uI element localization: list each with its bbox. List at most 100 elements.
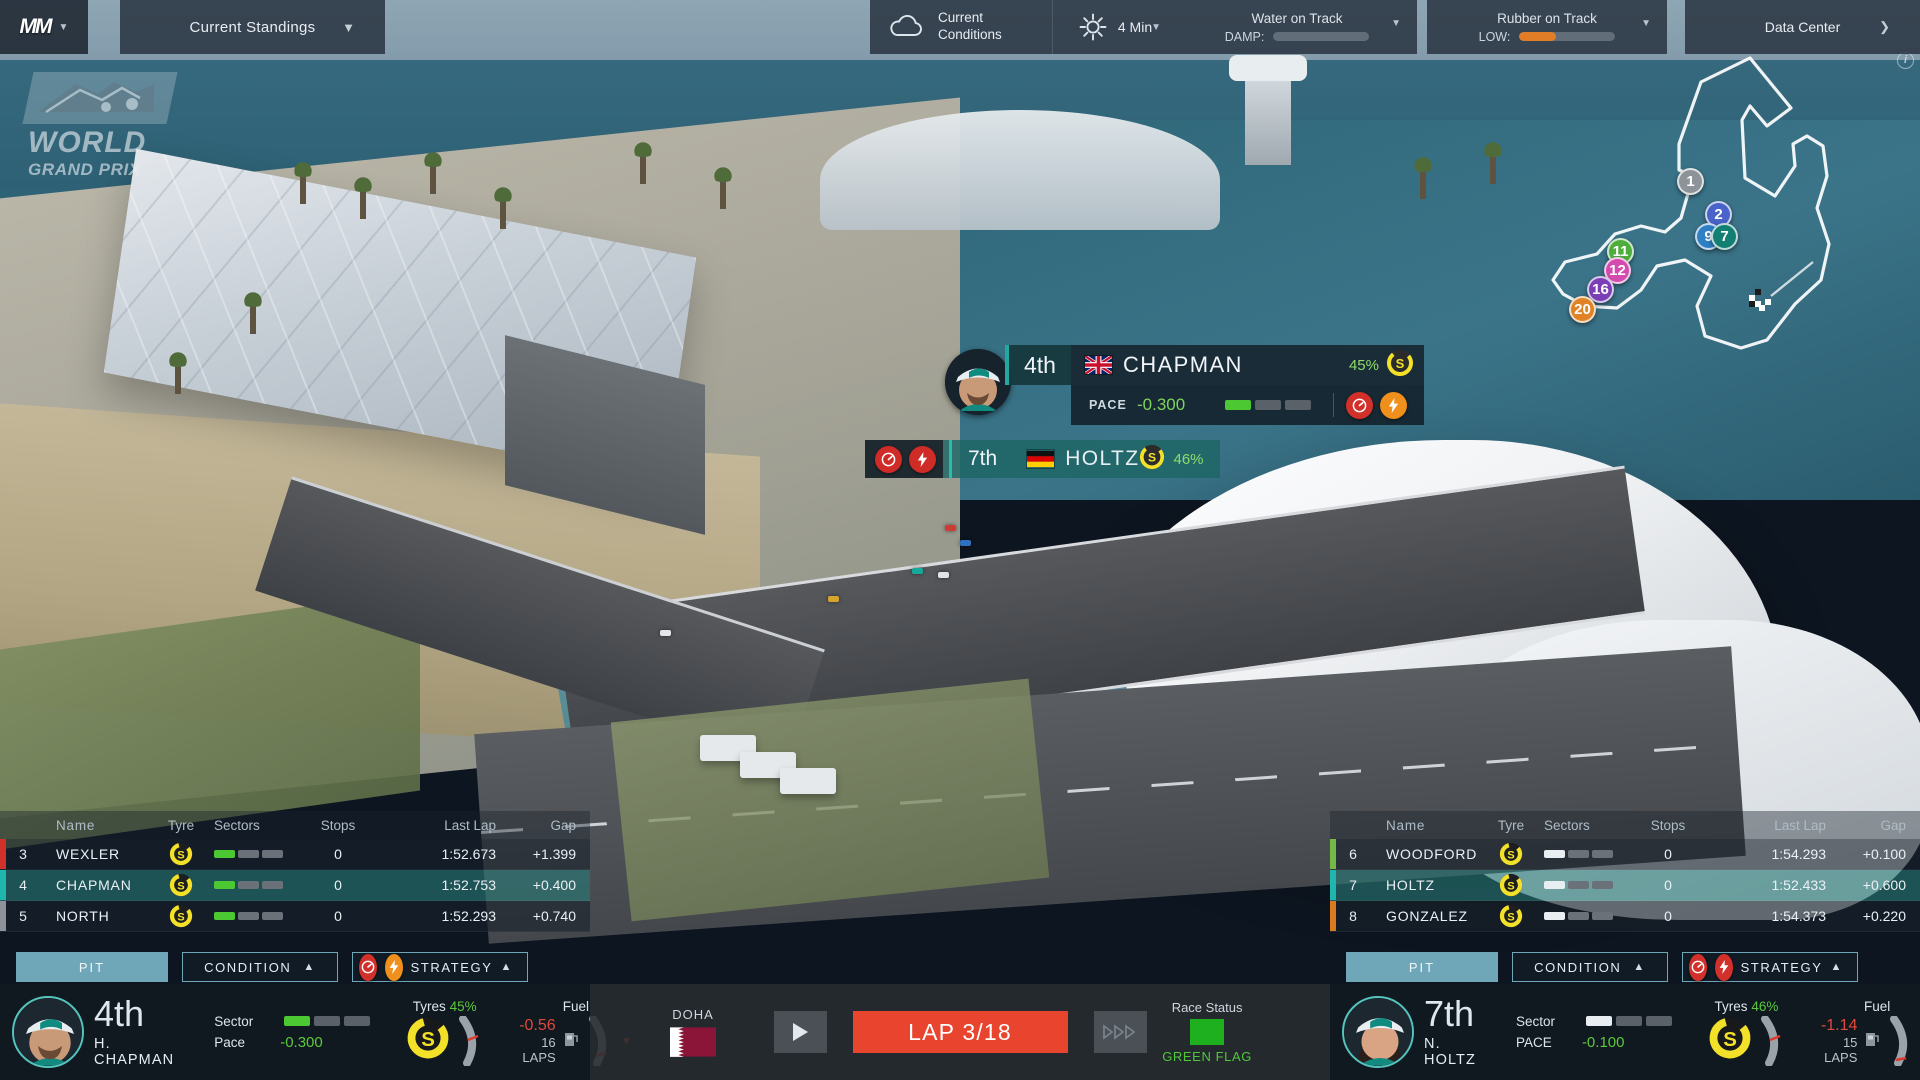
tyre-wear-alert-icon [1689, 953, 1707, 981]
mini-track-map[interactable]: 1 2 9 7 11 12 16 20 i [1545, 48, 1920, 368]
cell-gap: +0.600 [1862, 877, 1906, 893]
sector-bar [1592, 850, 1613, 858]
water-on-track-panel[interactable]: Water on Track DAMP: ▼ [1177, 0, 1417, 54]
current-conditions-panel[interactable]: Current Conditions [870, 0, 1052, 54]
world-grand-prix-logo: WORLD GRAND PRIX [22, 72, 198, 180]
condition-button-right[interactable]: CONDITION ▲ [1512, 952, 1668, 982]
energy-boost-icon [1714, 953, 1733, 981]
tyre-compound-icon: S [169, 873, 193, 897]
sector-bar [214, 881, 235, 889]
current-standings-dropdown[interactable]: Current Standings ▼ [120, 0, 385, 54]
pit-button-right[interactable]: PIT [1346, 952, 1498, 982]
chevron-down-icon: ▼ [58, 21, 69, 33]
cell-position: 3 [19, 846, 27, 862]
hud-tyres-left[interactable]: Tyres 45% S [406, 999, 483, 1067]
strategy-button-right[interactable]: STRATEGY ▲ [1682, 952, 1858, 982]
table-header: Name Tyre Sectors Stops Last Lap Gap [0, 811, 590, 839]
sector-bars [1585, 1016, 1672, 1026]
sector-bar [238, 912, 259, 920]
sector-bar [1592, 881, 1613, 889]
cell-last-lap: 1:54.293 [1771, 846, 1827, 862]
tyre-compound-icon: S [169, 842, 193, 866]
start-finish-checkered-icon [1749, 289, 1771, 311]
status-flag-indicator [1190, 1019, 1225, 1045]
app-logo-menu-button[interactable]: MM ▼ [0, 0, 88, 54]
data-center-button[interactable]: Data Center ❯ [1685, 0, 1920, 54]
forecast-value: 4 Min [1117, 19, 1153, 35]
driver-name: CHAPMAN [1123, 352, 1243, 377]
sector-bar [1285, 400, 1311, 410]
tyre-wear-alert-icon[interactable] [1346, 391, 1373, 419]
condition-button-left[interactable]: CONDITION ▲ [182, 952, 338, 982]
cell-gap: +0.100 [1862, 846, 1906, 862]
race-status: Race Status GREEN FLAG [1162, 1000, 1252, 1064]
table-row[interactable]: 7 HOLTZ S 0 1:52.433 +0.600 [1330, 870, 1920, 901]
race-status-label: Race Status [1171, 1000, 1243, 1015]
hud-fuel-right[interactable]: Fuel -1.14 15 LAPS [1821, 999, 1920, 1067]
driver-card-primary[interactable]: 4th CHAPMAN 45% S PACE -0.300 [945, 345, 1424, 425]
table-row[interactable]: 4 CHAPMAN S 0 1:52.753 +0.400 [0, 870, 590, 901]
sector-bar [214, 912, 235, 920]
rubber-on-track-panel[interactable]: Rubber on Track LOW: ▼ [1427, 0, 1667, 54]
svg-text:S: S [1507, 911, 1514, 923]
hud-tyres-right[interactable]: Tyres 46% S [1708, 999, 1785, 1067]
sector-bar [1255, 400, 1281, 410]
cell-sectors [214, 881, 298, 889]
rubber-level-label: LOW: [1478, 29, 1511, 44]
chevron-right-icon: ❯ [1879, 19, 1890, 34]
column-tyre: Tyre [1497, 817, 1525, 833]
standings-table-right: Name Tyre Sectors Stops Last Lap Gap 6 WO… [1330, 811, 1920, 932]
column-name: Name [1386, 817, 1426, 833]
pit-button-left[interactable]: PIT [16, 952, 168, 982]
tyre-compound-icon: S [1499, 842, 1523, 866]
cell-name: HOLTZ [1386, 877, 1435, 893]
cell-stops: 0 [334, 846, 342, 862]
action-bar-right: PIT CONDITION ▲ STRATEGY ▲ [1330, 952, 1920, 982]
track-marker-1[interactable]: 1 [1677, 168, 1704, 195]
driver-position: 4th [1009, 345, 1071, 385]
sector-bar [1615, 1016, 1642, 1026]
water-on-track-title: Water on Track [1251, 10, 1343, 26]
chevron-up-icon: ▲ [303, 961, 316, 973]
fuel-gauge [1888, 1014, 1914, 1067]
hud-driver-right[interactable]: 7th N. HOLTZ Sector PACE -0.100 Tyres 46… [1330, 984, 1920, 1080]
energy-boost-icon[interactable] [909, 445, 936, 473]
svg-text:S: S [1507, 849, 1514, 861]
hud-driver-left[interactable]: 4th H. CHAPMAN Sector Pace -0.300 Tyres … [0, 984, 633, 1080]
energy-boost-icon[interactable] [1380, 391, 1407, 419]
table-row[interactable]: 6 WOODFORD S 0 1:54.293 +0.100 [1330, 839, 1920, 870]
cell-position: 8 [1349, 908, 1357, 924]
avatar [945, 349, 1011, 415]
cell-sectors [214, 912, 298, 920]
play-button[interactable] [773, 1011, 827, 1053]
cell-stops: 0 [1664, 877, 1672, 893]
logo-title-line1: WORLD [28, 126, 147, 159]
strategy-button-left[interactable]: STRATEGY ▲ [352, 952, 528, 982]
cell-last-lap: 1:54.373 [1771, 908, 1827, 924]
driver-card-secondary[interactable]: 7th HOLTZ S 46% [865, 440, 1220, 478]
condition-label: CONDITION [204, 959, 292, 975]
info-icon[interactable]: i [1897, 52, 1914, 69]
tyre-compound-icon: S [1708, 1016, 1752, 1065]
fast-forward-button[interactable] [1093, 1011, 1147, 1053]
track-marker-7[interactable]: 7 [1711, 223, 1738, 250]
table-row[interactable]: 8 GONZALEZ S 0 1:54.373 +0.220 [1330, 901, 1920, 932]
track-marker-20[interactable]: 20 [1569, 296, 1596, 323]
forecast-dropdown[interactable]: 4 Min ▼ [1052, 0, 1177, 54]
sector-bar [314, 1016, 341, 1026]
cell-stops: 0 [334, 877, 342, 893]
tyre-wear-alert-icon[interactable] [875, 445, 902, 473]
pace-label: Pace [214, 1034, 245, 1050]
hud-driver-identity: 7th N. HOLTZ [1424, 996, 1476, 1069]
cell-last-lap: 1:52.433 [1771, 877, 1827, 893]
standings-table-left: Name Tyre Sectors Stops Last Lap Gap 3 WE… [0, 811, 590, 932]
table-row[interactable]: 3 WEXLER S 0 1:52.673 +1.399 [0, 839, 590, 870]
table-row[interactable]: 5 NORTH S 0 1:52.293 +0.740 [0, 901, 590, 932]
fuel-pump-icon [1865, 1030, 1880, 1052]
svg-text:S: S [177, 849, 184, 861]
avatar [12, 996, 84, 1068]
logo-badge [22, 72, 178, 124]
cell-tyre: S [148, 873, 214, 897]
sector-bar [1592, 912, 1613, 920]
chevron-up-icon: ▲ [500, 961, 513, 973]
